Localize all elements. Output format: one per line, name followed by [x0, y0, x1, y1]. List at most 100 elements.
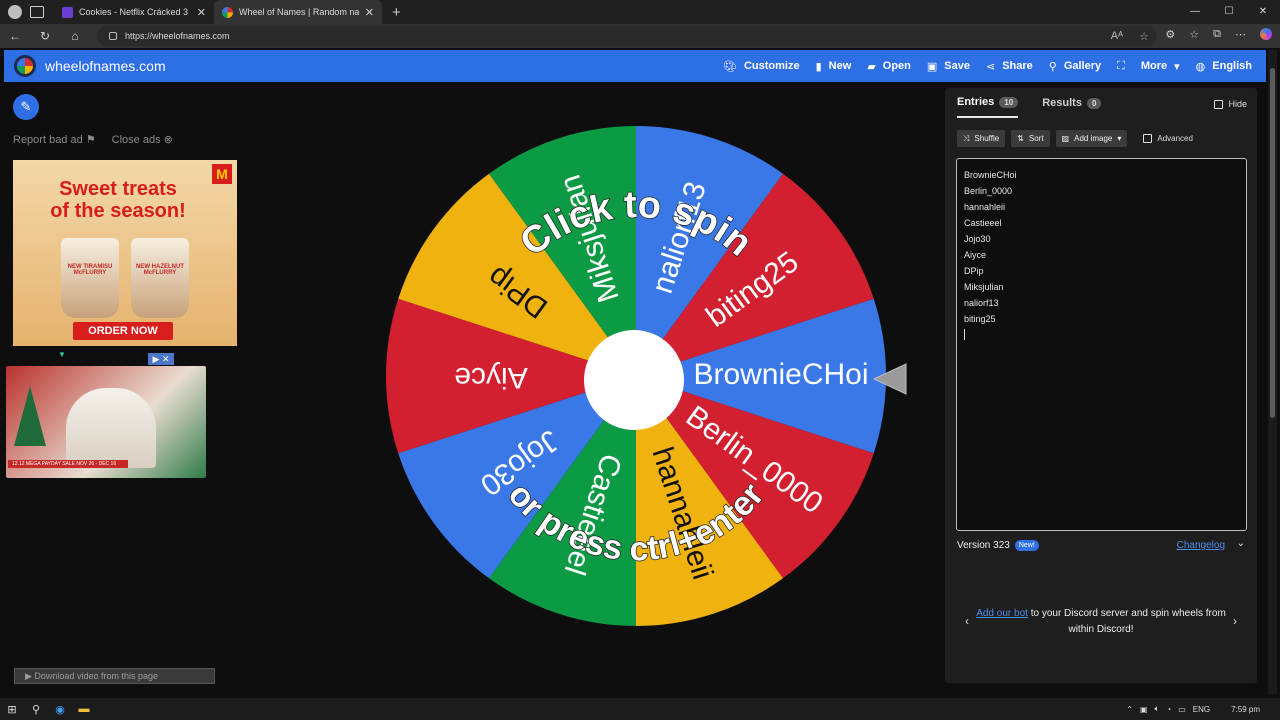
save-button[interactable]: ▣ Save — [927, 60, 970, 73]
ad-close-icon[interactable]: ▶ ✕ — [148, 353, 174, 365]
camera-icon[interactable]: ▣ — [1140, 705, 1148, 714]
chevron-up-icon[interactable]: ⌃ — [1126, 705, 1133, 714]
scrollbar-thumb[interactable] — [1270, 68, 1275, 418]
main-menu: 🎨︎ Customize ▮ New ▰ Open ▣ Save ⋖ Share ⚲ Gal… — [715, 50, 1260, 82]
battery-icon[interactable]: ▭ — [1178, 705, 1186, 714]
sort-button[interactable]: ⇅ Sort — [1011, 130, 1050, 147]
wheel-svg[interactable]: BrownieCHoiBerlin_0000hannahleiiCastieee… — [386, 126, 886, 626]
shield-icon — [62, 6, 73, 18]
chevron-left-icon[interactable]: ‹ — [965, 614, 969, 628]
folder-icon: ▰ — [867, 60, 876, 73]
tab-actions-icon[interactable] — [30, 6, 44, 18]
dessert-cup-image — [131, 238, 189, 318]
ad-headline: Sweet treats of the season! — [50, 178, 186, 222]
share-button[interactable]: ⋖ Share — [986, 60, 1033, 73]
wheel-of-names[interactable]: BrownieCHoi Berlin_0000 hannahleii Castieee… — [386, 126, 886, 626]
maximize-icon[interactable]: ☐ — [1212, 0, 1246, 24]
mcflurry-ad[interactable]: M Sweet treats of the season! NEW TIRAMI… — [13, 160, 237, 346]
ad-controls: Report bad ad ⚑ Close ads ⊗ — [13, 133, 173, 146]
new-tab-icon[interactable]: + — [392, 4, 401, 21]
close-icon[interactable]: ✕ — [197, 6, 206, 19]
shuffle-button[interactable]: ⤨ Shuffle — [957, 130, 1006, 147]
sort-icon: ⇅ — [1017, 134, 1024, 143]
customize-button[interactable]: 🎨︎ Customize — [723, 60, 800, 73]
close-icon[interactable]: ✕ — [365, 6, 374, 19]
language-indicator[interactable]: ENG — [1193, 705, 1210, 714]
save-icon: ▣ — [926, 60, 938, 73]
read-aloud-icon[interactable]: Aᴬ — [1111, 30, 1123, 43]
wheel-pointer-icon — [872, 363, 907, 395]
windows-start-icon[interactable]: ⊞ — [0, 703, 24, 716]
back-icon[interactable]: ← — [0, 29, 30, 43]
gallery-button[interactable]: ⚲ Gallery — [1049, 60, 1101, 73]
edge-icon[interactable]: ◉ — [48, 703, 72, 716]
page-scrollbar[interactable] — [1268, 50, 1277, 694]
entry-line: Jojo30 — [964, 234, 991, 244]
christmas-sale-ad[interactable]: 12.12 MEGA PAYDAY SALE NOV 26 - DEC 16 — [6, 366, 206, 478]
wheel-logo-icon[interactable] — [14, 55, 36, 77]
checkbox-icon — [1143, 134, 1153, 143]
lock-icon[interactable] — [109, 32, 117, 40]
wheel-hub[interactable] — [584, 330, 684, 430]
wheel-favicon-icon — [222, 6, 233, 18]
url-text: https://wheelofnames.com — [125, 31, 230, 41]
chevron-right-icon[interactable]: › — [1233, 614, 1237, 628]
fullscreen-button[interactable]: ⛶ — [1117, 60, 1125, 73]
url-field[interactable]: https://wheelofnames.com Aᴬ ☆ — [97, 26, 1157, 46]
favorites-icon[interactable]: ☆ — [1189, 28, 1199, 41]
favorite-star-icon[interactable]: ☆ — [1139, 30, 1149, 43]
brand-name[interactable]: wheelofnames.com — [45, 58, 166, 74]
sale-banner: 12.12 MEGA PAYDAY SALE NOV 26 - DEC 16 — [8, 460, 128, 468]
search-icon[interactable]: ⚲ — [24, 703, 48, 716]
changelog-link[interactable]: Changelog — [1177, 540, 1225, 551]
file-explorer-icon[interactable]: ▬ — [72, 703, 96, 715]
network-icon[interactable]: ◔ — [1166, 705, 1171, 714]
fullscreen-icon: ⛶ — [1117, 59, 1125, 72]
download-video-bar[interactable]: ▶ Download video from this page — [14, 668, 215, 684]
hide-checkbox[interactable]: Hide — [1214, 99, 1247, 109]
profile-icon[interactable] — [8, 5, 22, 19]
edit-pencil-icon[interactable]: ✎ — [13, 94, 39, 120]
wheel-segment-label: Aiyce — [454, 361, 527, 394]
left-panel: ✎ Report bad ad ⚑ Close ads ⊗ M Sweet tr… — [0, 84, 250, 694]
entries-textarea[interactable]: BrownieCHoi Berlin_0000 hannahleii Castieee… — [956, 158, 1247, 531]
new-button[interactable]: ▮ New — [816, 60, 852, 73]
entry-line: Aiyce — [964, 250, 987, 260]
entry-line: DPip — [964, 266, 984, 276]
more-button[interactable]: More ▾ — [1141, 60, 1180, 73]
chevron-down-icon[interactable]: ⌄ — [1237, 538, 1245, 549]
close-window-icon[interactable]: ✕ — [1246, 0, 1280, 24]
order-now-button[interactable]: ORDER NOW — [73, 322, 173, 340]
christmas-tree-image — [14, 386, 46, 446]
mcdonalds-logo-icon: M — [212, 164, 232, 184]
file-icon: ▮ — [815, 60, 822, 73]
shuffle-icon: ⤨ — [963, 133, 970, 143]
clock[interactable]: 7:59 pm — [1231, 705, 1260, 714]
minimize-icon[interactable]: — — [1178, 0, 1212, 24]
add-image-button[interactable]: ▨ Add image ▾ — [1055, 130, 1128, 147]
tab-title: Wheel of Names | Random name — [239, 7, 359, 17]
close-ads-link[interactable]: Close ads ⊗ — [112, 133, 173, 146]
extensions-icon[interactable]: ⚙ — [1165, 28, 1175, 41]
browser-tab-cookies[interactable]: Cookies - Netflix Crácked 3 | Pinc ✕ — [54, 0, 214, 24]
adchoices-icon[interactable]: ▼ — [58, 350, 66, 359]
volume-icon[interactable]: 🔈︎ — [1155, 704, 1160, 714]
home-icon[interactable]: ⌂ — [60, 29, 90, 43]
report-bad-ad-link[interactable]: Report bad ad ⚑ — [13, 133, 96, 146]
advanced-checkbox[interactable]: Advanced — [1143, 134, 1193, 143]
entry-line: Berlin_0000 — [964, 186, 1013, 196]
results-count-badge: 0 — [1086, 97, 1102, 109]
tab-entries[interactable]: Entries 10 — [957, 88, 1019, 118]
add-bot-link[interactable]: Add our bot — [976, 608, 1028, 619]
tab-results[interactable]: Results 0 — [1042, 88, 1102, 118]
entry-line: biting25 — [964, 314, 996, 324]
dessert-cup-image — [61, 238, 119, 318]
copilot-icon[interactable] — [1260, 28, 1272, 40]
menu-dots-icon[interactable]: ⋯ — [1235, 28, 1246, 41]
open-button[interactable]: ▰ Open — [867, 60, 911, 73]
collections-icon[interactable]: ⧉ — [1213, 28, 1221, 41]
language-button[interactable]: ◍ English — [1196, 60, 1252, 73]
refresh-icon[interactable]: ↻ — [30, 29, 60, 43]
entry-line: Miksjulian — [964, 282, 1004, 292]
browser-tab-wheel[interactable]: Wheel of Names | Random name ✕ — [214, 0, 382, 24]
